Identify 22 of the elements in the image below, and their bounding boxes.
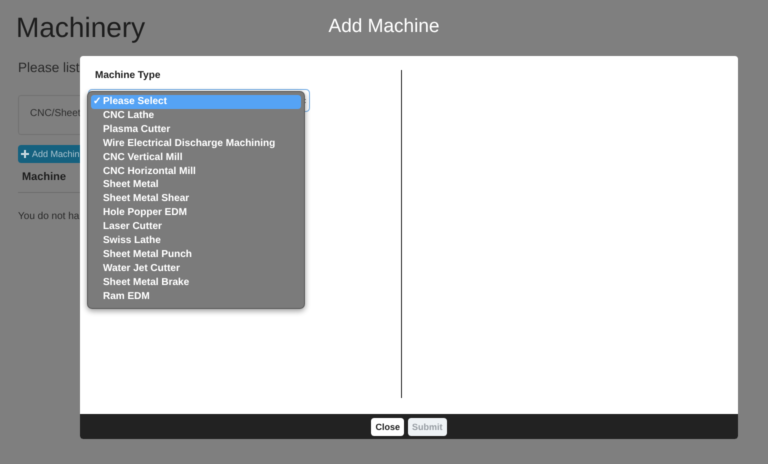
- close-button[interactable]: Close: [371, 418, 404, 436]
- dropdown-option[interactable]: Wire Electrical Discharge Machining: [91, 136, 301, 151]
- dropdown-option[interactable]: Sheet Metal Shear: [91, 192, 301, 206]
- dropdown-option[interactable]: Swiss Lathe: [91, 234, 301, 248]
- dropdown-option[interactable]: Laser Cutter: [91, 220, 301, 234]
- dropdown-option[interactable]: Ram EDM: [91, 290, 301, 304]
- dropdown-option[interactable]: Water Jet Cutter: [91, 262, 301, 276]
- dropdown-option[interactable]: Sheet Metal: [91, 178, 301, 192]
- dropdown-option[interactable]: CNC Vertical Mill: [91, 150, 301, 165]
- empty-message: You do not ha: [18, 211, 80, 222]
- add-machine-button[interactable]: Add Machin: [18, 145, 83, 163]
- intro-text: Please list: [18, 60, 80, 75]
- dropdown-option[interactable]: Sheet Metal Punch: [91, 248, 301, 262]
- modal-title: Add Machine: [328, 16, 440, 38]
- page-title: Machinery: [16, 12, 146, 44]
- dropdown-option[interactable]: Hole Popper EDM: [91, 206, 301, 220]
- dropdown-option[interactable]: ✓ Please Select: [91, 95, 301, 109]
- dropdown-option[interactable]: Sheet Metal Brake: [91, 276, 301, 290]
- plus-icon: [21, 150, 29, 158]
- column-header: Machine: [22, 171, 66, 183]
- field-label: Machine Type: [95, 70, 162, 81]
- dropdown-option[interactable]: CNC Horizontal Mill: [91, 164, 301, 178]
